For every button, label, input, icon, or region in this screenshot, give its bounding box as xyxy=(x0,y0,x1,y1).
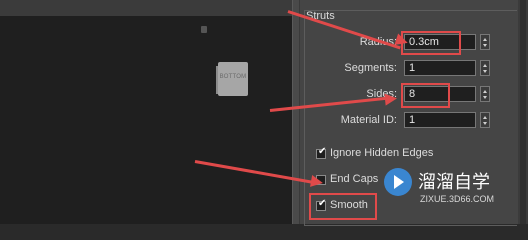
viewcube-label: BOTTOM xyxy=(219,74,247,80)
play-icon xyxy=(384,168,412,196)
material-id-field[interactable]: 1 xyxy=(404,112,476,128)
viewcube[interactable]: BOTTOM xyxy=(216,60,248,98)
spinner-up-icon xyxy=(483,38,487,41)
smooth-highlight-box xyxy=(309,193,377,220)
material-id-spinner[interactable] xyxy=(480,112,490,128)
spinner-down-icon xyxy=(483,44,487,47)
end-caps-label: End Caps xyxy=(330,173,379,185)
spinner-down-icon xyxy=(483,96,487,99)
material-id-label: Material ID: xyxy=(340,114,397,126)
viewport-bezel xyxy=(292,0,300,224)
spinner-up-icon xyxy=(483,64,487,67)
ignore-hidden-edges-label: Ignore Hidden Edges xyxy=(330,147,434,159)
sides-highlight-box xyxy=(401,83,450,108)
watermark-site: ZIXUE.3D66.COM xyxy=(420,194,495,204)
sides-arrow-head-icon xyxy=(384,92,398,106)
viewport-marker xyxy=(201,26,207,33)
spinner-up-icon xyxy=(483,90,487,93)
watermark-logo: 溜溜自学 ZIXUE.3D66.COM xyxy=(384,166,524,210)
spinner-down-icon xyxy=(483,122,487,125)
watermark-title: 溜溜自学 xyxy=(418,172,490,192)
segments-label: Segments: xyxy=(344,62,397,74)
spinner-up-icon xyxy=(483,116,487,119)
radius-highlight-box xyxy=(401,31,461,55)
ignore-hidden-edges-checkbox[interactable]: ✔ xyxy=(316,146,327,159)
segments-field[interactable]: 1 xyxy=(404,60,476,76)
segments-spinner[interactable] xyxy=(480,60,490,76)
radius-spinner[interactable] xyxy=(480,34,490,50)
sides-spinner[interactable] xyxy=(480,86,490,102)
3d-viewport[interactable] xyxy=(0,16,300,224)
spinner-down-icon xyxy=(483,70,487,73)
checkmark-icon: ✔ xyxy=(318,146,327,157)
smooth-arrow-head-icon xyxy=(310,175,324,189)
viewport-top-strip xyxy=(0,0,300,16)
